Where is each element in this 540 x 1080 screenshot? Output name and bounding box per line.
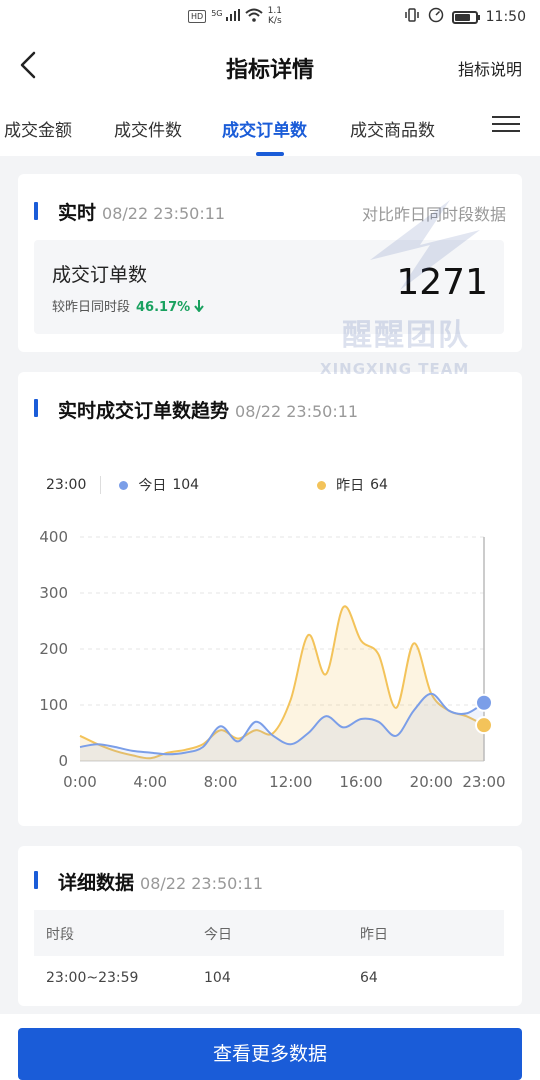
table-header: 时段 今日 昨日	[34, 910, 504, 956]
net-speed-unit: K/s	[268, 16, 282, 26]
cell-period: 23:00~23:59	[46, 970, 139, 986]
legend-divider	[100, 476, 102, 494]
legend-yesterday-label: 昨日	[336, 478, 365, 494]
y-tick-label: 300	[39, 584, 68, 602]
signal-label: 5G	[211, 8, 223, 18]
x-tick-label: 20:00	[410, 773, 453, 791]
signal-icon: 5G	[211, 8, 240, 24]
battery-fill	[454, 13, 470, 21]
realtime-title-text: 实时	[58, 202, 97, 224]
metric-compare-label: 较昨日同时段	[52, 300, 131, 315]
col-yesterday: 昨日	[360, 927, 388, 943]
bottom-bar: 查看更多数据	[0, 1014, 540, 1080]
trend-title: 实时成交订单数趋势 08/22 23:50:11	[58, 396, 358, 423]
menu-icon-line	[492, 123, 520, 125]
col-period: 时段	[46, 927, 74, 943]
y-tick-label: 0	[58, 752, 68, 770]
series-endpoint-yesterday	[475, 716, 493, 735]
metric-description-link[interactable]: 指标说明	[458, 56, 522, 80]
app-header: 指标详情 指标说明	[0, 34, 540, 96]
x-tick-label: 16:00	[339, 773, 382, 791]
section-marker	[34, 871, 38, 889]
compare-yesterday-link[interactable]: 对比昨日同时段数据	[362, 201, 506, 225]
table-row: 23:00~23:59 104 64	[34, 956, 504, 1002]
y-tick-label: 100	[39, 696, 68, 714]
detail-card: 详细数据 08/22 23:50:11 时段 今日 昨日 23:00~23:59 …	[18, 846, 522, 1006]
x-tick-label: 0:00	[63, 773, 97, 791]
x-tick-label: 4:00	[133, 773, 167, 791]
y-tick-label: 200	[39, 640, 68, 658]
legend-today-label: 今日	[138, 478, 167, 494]
trend-chart[interactable]: 0 100 200 300 400 0:00 4:00 8:00 12:00 16:00 20:00…	[18, 512, 522, 802]
legend-today-dot	[119, 480, 129, 490]
x-tick-label: 8:00	[204, 773, 238, 791]
legend-yesterday: 昨日 64	[317, 475, 388, 495]
realtime-card: 实时 08/22 23:50:11 对比昨日同时段数据 成交订单数 较昨日同时段 4…	[18, 174, 522, 352]
metric-name: 成交订单数	[52, 264, 148, 286]
net-speed: 1.1 K/s	[268, 6, 282, 26]
vibrate-icon	[404, 7, 420, 27]
trend-title-text: 实时成交订单数趋势	[58, 400, 230, 422]
hd-badge: HD	[188, 9, 207, 23]
tab-products[interactable]: 成交商品数	[350, 116, 435, 141]
x-tick-label: 12:00	[269, 773, 312, 791]
trend-card: 实时成交订单数趋势 08/22 23:50:11 23:00 今日 104 昨日 …	[18, 372, 522, 826]
cell-today: 104	[204, 970, 231, 986]
active-tab-indicator	[256, 152, 284, 156]
menu-icon-line	[492, 130, 520, 132]
y-tick-label: 400	[39, 528, 68, 546]
section-marker	[34, 399, 38, 417]
wifi-icon	[245, 8, 263, 25]
realtime-title: 实时 08/22 23:50:11	[58, 198, 225, 225]
battery-icon	[451, 10, 480, 24]
series-endpoint-today	[475, 693, 493, 712]
detail-title-text: 详细数据	[58, 872, 135, 894]
metric-compare-pct: 46.17%	[136, 300, 191, 315]
legend-yesterday-value: 64	[370, 477, 388, 493]
status-bar: HD 5G 1.1 K/s 11:50	[0, 0, 540, 34]
cell-yesterday: 64	[360, 970, 378, 986]
trend-time: 08/22 23:50:11	[235, 402, 359, 421]
chart-legend: 23:00 今日 104 昨日 64	[46, 474, 388, 496]
metric-tabs: 成交金额 成交件数 成交订单数 成交商品数	[0, 96, 540, 156]
tabs-fade	[460, 96, 480, 156]
legend-yesterday-dot	[317, 480, 327, 490]
col-today: 今日	[204, 927, 232, 943]
x-tick-label: 23:00	[462, 773, 505, 791]
detail-time: 08/22 23:50:11	[140, 874, 264, 893]
tab-gmv[interactable]: 成交金额	[4, 116, 72, 141]
status-right: 11:50	[404, 7, 526, 27]
status-time: 11:50	[485, 9, 526, 25]
net-speed-value: 1.1	[267, 6, 282, 16]
speedometer-icon	[428, 7, 444, 27]
legend-today-value: 104	[172, 477, 200, 493]
metric-summary: 成交订单数 较昨日同时段 46.17% 1271	[34, 240, 504, 334]
view-more-data-button[interactable]: 查看更多数据	[18, 1028, 522, 1080]
menu-icon-line	[492, 116, 520, 118]
realtime-time: 08/22 23:50:11	[102, 204, 226, 223]
legend-time: 23:00	[46, 477, 87, 493]
metric-value: 1271	[396, 262, 488, 303]
legend-today: 今日 104	[119, 475, 199, 495]
arrow-down-icon	[194, 300, 205, 315]
metric-compare: 较昨日同时段 46.17%	[52, 296, 205, 315]
tab-orders[interactable]: 成交订单数	[222, 116, 307, 141]
section-marker	[34, 202, 38, 220]
detail-title: 详细数据 08/22 23:50:11	[58, 868, 263, 895]
status-network: HD 5G 1.1 K/s	[188, 6, 282, 26]
menu-button[interactable]	[492, 111, 520, 139]
tab-items[interactable]: 成交件数	[114, 116, 182, 141]
